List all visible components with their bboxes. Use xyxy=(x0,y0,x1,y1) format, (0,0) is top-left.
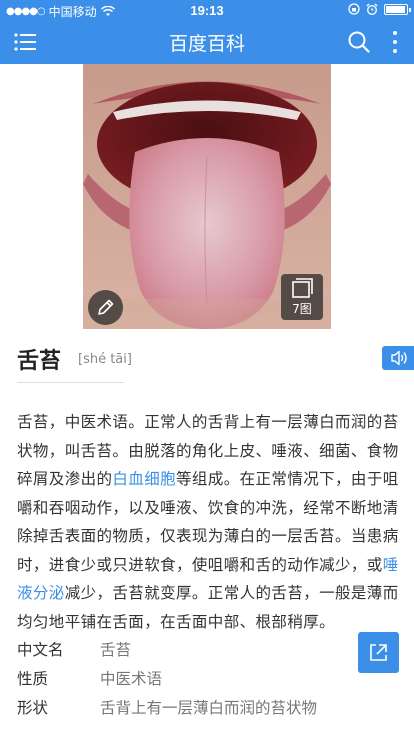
pencil-icon xyxy=(98,299,114,315)
info-row: 中文名 舌苔 xyxy=(17,634,347,663)
search-icon[interactable] xyxy=(348,31,370,53)
battery-icon xyxy=(384,3,411,15)
gallery-button[interactable]: 7图 xyxy=(281,274,323,320)
title-divider xyxy=(17,382,124,383)
more-icon[interactable] xyxy=(390,30,400,54)
info-value: 舌苔 xyxy=(100,640,132,659)
info-key: 性质 xyxy=(17,669,49,688)
battery-level-fill xyxy=(386,5,405,13)
share-icon xyxy=(370,644,387,661)
info-value: 中医术语 xyxy=(100,669,163,688)
info-row: 形状 舌背上有一层薄白而润的苔状物 xyxy=(17,692,347,721)
link-white-blood-cell[interactable]: 白血细胞 xyxy=(112,470,176,488)
page-title: 舌苔 xyxy=(17,349,62,374)
info-key: 形状 xyxy=(17,698,49,717)
share-button[interactable] xyxy=(358,632,399,673)
status-bar: ●●●●○ 中国移动 19:13 xyxy=(0,0,414,20)
pinyin-label: [shé tāi] xyxy=(78,352,132,367)
summary-paragraph: 舌苔，中医术语。正常人的舌背上有一层薄白而润的苔状物，叫舌苔。由脱落的角化上皮、… xyxy=(17,408,401,636)
nav-bar: 百度百科 xyxy=(0,20,414,64)
alarm-icon xyxy=(366,3,378,15)
summary-text: 减少，舌苔就变厚。正常人的舌苔，一般是薄而均匀地平铺在舌面，在舌面中部、根部稍厚… xyxy=(17,584,399,631)
info-row: 性质 中医术语 xyxy=(17,663,347,692)
basic-info-table: 中文名 舌苔 性质 中医术语 形状 舌背上有一层薄白而润的苔状物 xyxy=(17,634,347,721)
info-key: 中文名 xyxy=(17,640,64,659)
rotation-lock-icon xyxy=(348,3,360,15)
info-value: 舌背上有一层薄白而润的苔状物 xyxy=(100,698,318,717)
speaker-icon xyxy=(391,350,407,366)
photo-count: 7图 xyxy=(292,302,312,316)
gallery-icon xyxy=(292,278,313,298)
pronunciation-button[interactable] xyxy=(382,346,414,370)
edit-image-button[interactable] xyxy=(88,290,123,325)
